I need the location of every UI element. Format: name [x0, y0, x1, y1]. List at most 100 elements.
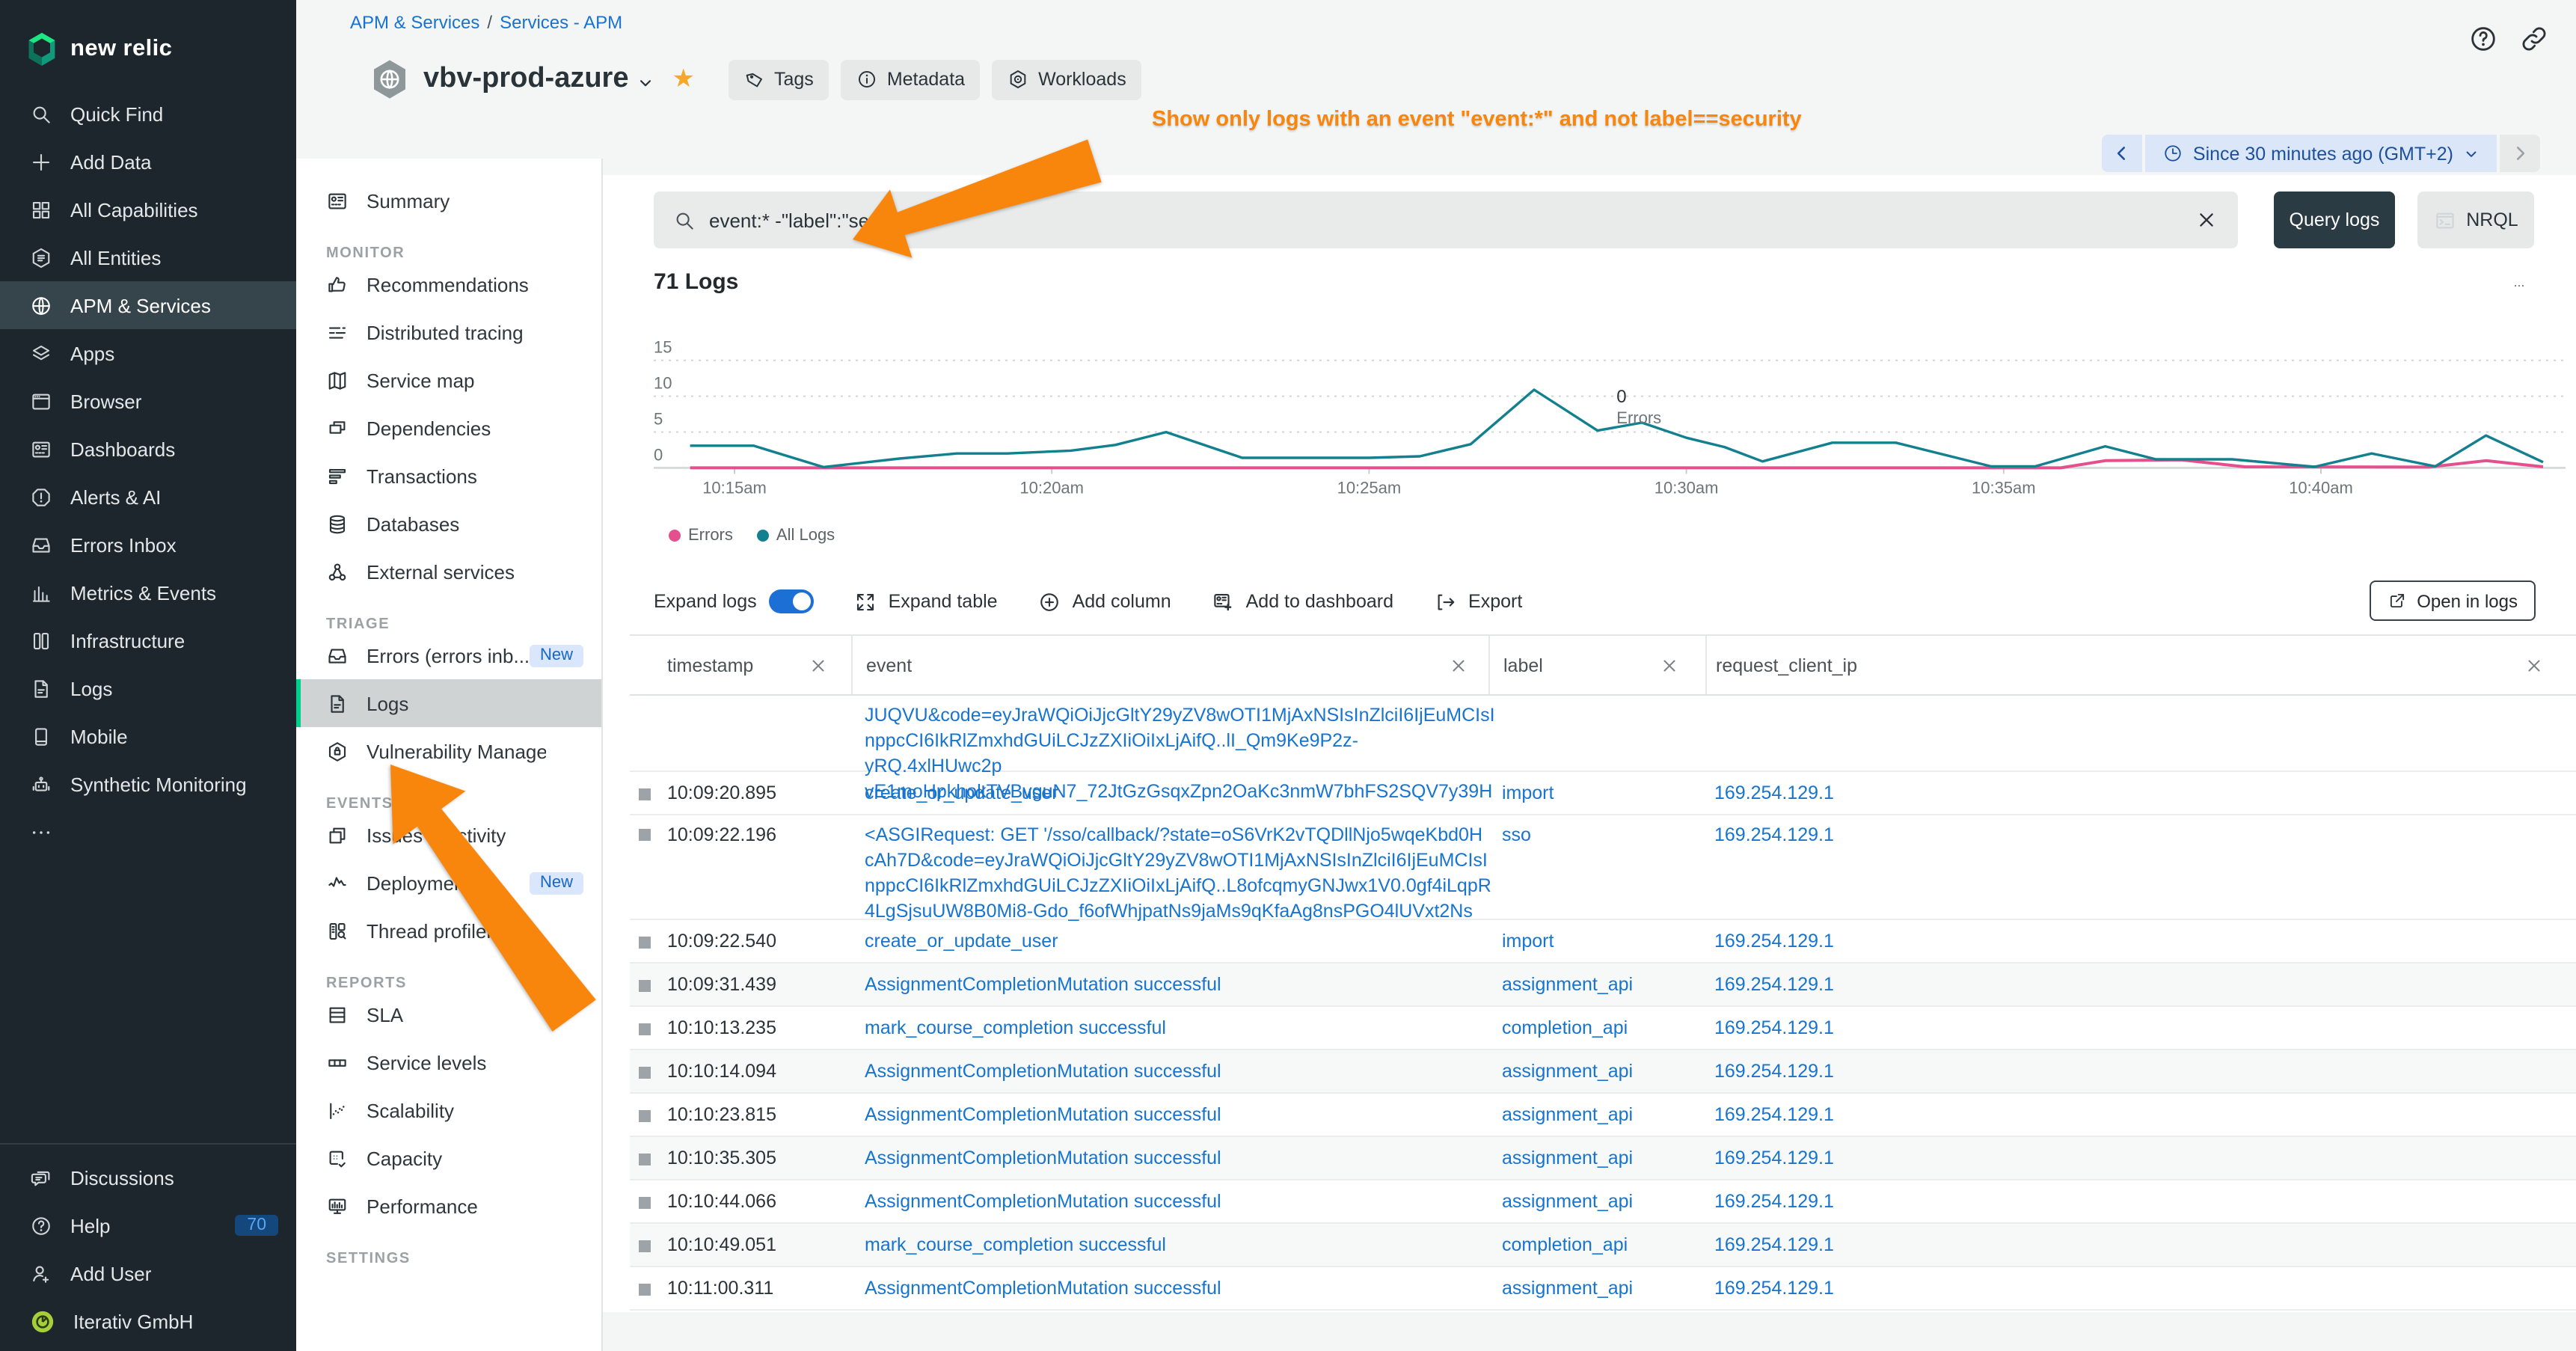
subnav-item-recommendations[interactable]: Recommendations: [296, 260, 601, 308]
subnav-item-distributed-tracing[interactable]: Distributed tracing: [296, 308, 601, 356]
log-label-link[interactable]: assignment_api: [1502, 1137, 1633, 1180]
subnav-item-errors-errors-inb[interactable]: Errors (errors inb...New: [296, 631, 601, 679]
log-row[interactable]: 10:10:23.815AssignmentCompletionMutation…: [630, 1094, 2576, 1137]
log-row[interactable]: 10:10:14.094AssignmentCompletionMutation…: [630, 1050, 2576, 1094]
time-back-button[interactable]: [2102, 135, 2142, 172]
log-label-link[interactable]: assignment_api: [1502, 1180, 1633, 1224]
sidebar-item-logs[interactable]: Logs: [0, 664, 296, 712]
subnav-item-scalability[interactable]: Scalability: [296, 1086, 601, 1134]
log-ip-link[interactable]: 169.254.129.1: [1714, 1224, 1834, 1267]
log-row[interactable]: 10:09:31.439AssignmentCompletionMutation…: [630, 964, 2576, 1007]
sidebar-item-discussions[interactable]: Discussions: [0, 1154, 296, 1201]
log-row[interactable]: 10:09:22.540create_or_update_userimport1…: [630, 920, 2576, 964]
log-row[interactable]: 10:10:13.235mark_course_completion succe…: [630, 1007, 2576, 1050]
remove-column-icon[interactable]: [1660, 656, 1678, 674]
log-ip-link[interactable]: 169.254.129.1: [1714, 1050, 1834, 1094]
log-event-link[interactable]: <ASGIRequest: GET '/sso/callback/?state=…: [865, 815, 1493, 925]
log-ip-link[interactable]: 169.254.129.1: [1714, 920, 1834, 964]
log-ip-link[interactable]: 169.254.129.1: [1714, 1007, 1834, 1050]
log-label-link[interactable]: import: [1502, 920, 1554, 964]
log-event-link[interactable]: AssignmentCompletionMutation successful: [865, 1267, 1493, 1311]
remove-column-icon[interactable]: [1450, 656, 1468, 674]
workloads-button[interactable]: Workloads: [992, 59, 1141, 99]
sidebar-item-iterativ-gmbh[interactable]: Iterativ GmbH: [0, 1297, 296, 1345]
legend-item-errors[interactable]: Errors: [669, 527, 733, 545]
remove-column-icon[interactable]: [2525, 656, 2543, 674]
log-event-link[interactable]: AssignmentCompletionMutation successful: [865, 1094, 1493, 1137]
log-label-link[interactable]: assignment_api: [1502, 1267, 1633, 1311]
time-forward-button[interactable]: [2500, 135, 2540, 172]
log-ip-link[interactable]: 169.254.129.1: [1714, 964, 1834, 1007]
column-header-event[interactable]: event: [851, 636, 1488, 694]
remove-column-icon[interactable]: [809, 656, 827, 674]
new-relic-logo[interactable]: new relic: [0, 0, 296, 78]
log-label-link[interactable]: assignment_api: [1502, 964, 1633, 1007]
sidebar-item-alerts-ai[interactable]: Alerts & AI: [0, 473, 296, 521]
log-label-link[interactable]: assignment_api: [1502, 1050, 1633, 1094]
sidebar-item-all-entities[interactable]: All Entities: [0, 233, 296, 281]
subnav-item-databases[interactable]: Databases: [296, 500, 601, 548]
subnav-item-service-map[interactable]: Service map: [296, 356, 601, 404]
log-row[interactable]: 10:10:35.305AssignmentCompletionMutation…: [630, 1137, 2576, 1180]
subnav-item-external-services[interactable]: External services: [296, 548, 601, 595]
expand-logs-toggle[interactable]: [769, 589, 814, 613]
sidebar-item-browser[interactable]: Browser: [0, 377, 296, 425]
sidebar-item-apm-services[interactable]: APM & Services: [0, 281, 296, 329]
column-header-label[interactable]: label: [1488, 636, 1705, 694]
nrql-button[interactable]: NRQL: [2417, 192, 2534, 248]
log-row[interactable]: 10:11:00.311AssignmentCompletionMutation…: [630, 1267, 2576, 1311]
log-row[interactable]: 10:10:49.051mark_course_completion succe…: [630, 1224, 2576, 1267]
column-header-request-client-ip[interactable]: request_client_ip: [1705, 636, 2576, 694]
legend-item-all-logs[interactable]: All Logs: [757, 527, 835, 545]
subnav-item-service-levels[interactable]: Service levels: [296, 1038, 601, 1086]
time-range-button[interactable]: Since 30 minutes ago (GMT+2): [2145, 135, 2497, 172]
sidebar-item-synthetic-monitoring[interactable]: Synthetic Monitoring: [0, 760, 296, 808]
log-ip-link[interactable]: 169.254.129.1: [1714, 1137, 1834, 1180]
query-logs-button[interactable]: Query logs: [2274, 192, 2395, 248]
favorite-star-icon[interactable]: ★: [672, 64, 696, 94]
chevron-down-icon[interactable]: [638, 74, 654, 91]
subnav-item-summary[interactable]: Summary: [296, 177, 601, 224]
tags-button[interactable]: Tags: [728, 59, 829, 99]
add-to-dashboard-button[interactable]: Add to dashboard: [1212, 590, 1393, 613]
help-circle-icon[interactable]: [2468, 24, 2498, 54]
chart-more-menu-icon[interactable]: [2507, 280, 2531, 292]
export-button[interactable]: Export: [1434, 590, 1522, 613]
sidebar-item-add-user[interactable]: Add User: [0, 1249, 296, 1297]
permalink-icon[interactable]: [2519, 24, 2549, 54]
subnav-item-logs[interactable]: Logs: [296, 679, 601, 727]
expand-table-button[interactable]: Expand table: [854, 590, 998, 613]
log-event-link[interactable]: create_or_update_user: [865, 920, 1493, 964]
sidebar-item-quick-find[interactable]: Quick Find: [0, 90, 296, 138]
add-column-button[interactable]: Add column: [1038, 590, 1171, 613]
log-ip-link[interactable]: 169.254.129.1: [1714, 1267, 1834, 1311]
sidebar-item-dashboards[interactable]: Dashboards: [0, 425, 296, 473]
sidebar-item-apps[interactable]: Apps: [0, 329, 296, 377]
breadcrumb-apm-services[interactable]: APM & Services: [350, 12, 479, 33]
sidebar-item-mobile[interactable]: Mobile: [0, 712, 296, 760]
subnav-item-performance[interactable]: Performance: [296, 1182, 601, 1230]
sidebar-item-all-capabilities[interactable]: All Capabilities: [0, 186, 296, 233]
clear-query-icon[interactable]: [2196, 209, 2217, 230]
log-event-link[interactable]: AssignmentCompletionMutation successful: [865, 1180, 1493, 1224]
column-header-timestamp[interactable]: timestamp: [630, 636, 851, 694]
log-label-link[interactable]: completion_api: [1502, 1007, 1628, 1050]
sidebar-item-infrastructure[interactable]: Infrastructure: [0, 616, 296, 664]
log-label-link[interactable]: completion_api: [1502, 1224, 1628, 1267]
sidebar-item-metrics-events[interactable]: Metrics & Events: [0, 569, 296, 616]
log-label-link[interactable]: sso: [1502, 815, 1531, 848]
sidebar-item-add-data[interactable]: Add Data: [0, 138, 296, 186]
log-ip-link[interactable]: 169.254.129.1: [1714, 815, 1834, 848]
entity-title[interactable]: vbv-prod-azure: [423, 63, 629, 96]
log-label-link[interactable]: import: [1502, 772, 1554, 815]
subnav-item-capacity[interactable]: Capacity: [296, 1134, 601, 1182]
sidebar-item-errors-inbox[interactable]: Errors Inbox: [0, 521, 296, 569]
log-event-link[interactable]: mark_course_completion successful: [865, 1224, 1493, 1267]
breadcrumb-services-apm[interactable]: Services - APM: [500, 12, 622, 33]
subnav-item-dependencies[interactable]: Dependencies: [296, 404, 601, 452]
log-row[interactable]: 10:09:22.196<ASGIRequest: GET '/sso/call…: [630, 815, 2576, 920]
metadata-button[interactable]: Metadata: [841, 59, 980, 99]
log-ip-link[interactable]: 169.254.129.1: [1714, 772, 1834, 815]
log-row[interactable]: JUQVU&code=eyJraWQiOiJjcGltY29yZV8wOTI1M…: [630, 696, 2576, 772]
sidebar-item-help[interactable]: Help70: [0, 1201, 296, 1249]
